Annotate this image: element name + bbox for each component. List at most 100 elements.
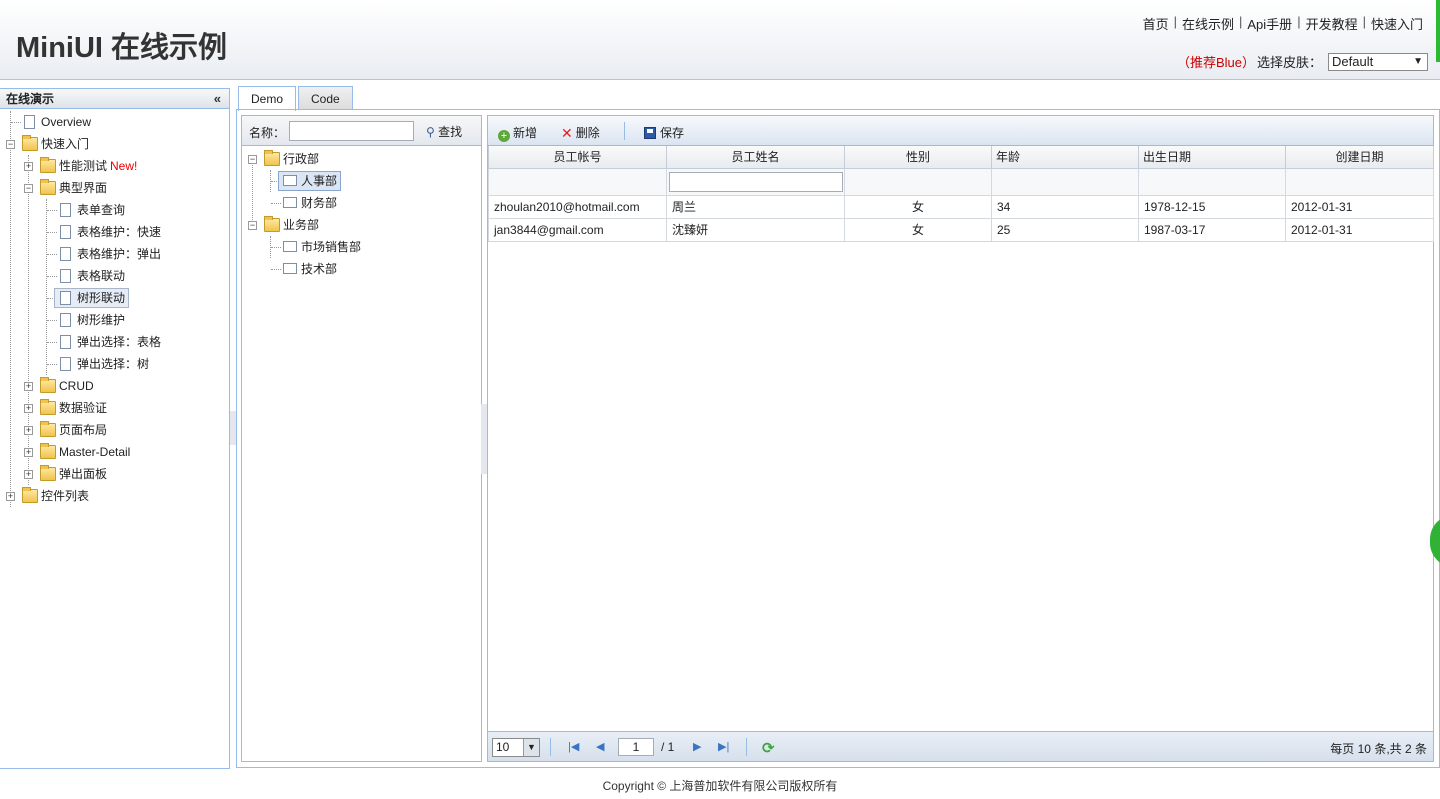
new-badge: New! — [110, 159, 138, 173]
sidebar-item-validate[interactable]: + 数据验证 — [0, 397, 229, 419]
sidebar-item-tree-edit[interactable]: 树形维护 — [0, 309, 229, 331]
name-filter-input[interactable] — [669, 171, 843, 192]
cell-age: 25 — [991, 217, 1139, 242]
dept-node-hr[interactable]: 人事部 — [242, 170, 481, 192]
toolbar-divider — [624, 122, 625, 140]
pager-divider — [550, 738, 551, 756]
sidebar-item-crud[interactable]: + CRUD — [0, 375, 229, 397]
file-icon — [60, 313, 71, 327]
expand-toggle-icon[interactable]: + — [24, 448, 33, 457]
sidebar-item-typical[interactable]: − 典型界面 — [0, 177, 229, 199]
table-header-row: 员工帐号 员工姓名 性别 年龄 出生日期 创建日期 — [488, 146, 1434, 169]
column-header[interactable]: 创建日期 — [1285, 146, 1434, 169]
sidebar-item-perf[interactable]: + 性能测试 New! — [0, 155, 229, 177]
column-header[interactable]: 年龄 — [991, 146, 1139, 169]
sidebar-item-grid-quick[interactable]: 表格维护：快速 — [0, 221, 229, 243]
grid-toolbar: + 新增 ✕ 删除 保存 — [488, 116, 1433, 146]
tab-code[interactable]: Code — [298, 86, 353, 110]
sidebar-item-form-query[interactable]: 表单查询 — [0, 199, 229, 221]
column-header[interactable]: 性别 — [844, 146, 992, 169]
expand-toggle-icon[interactable]: + — [24, 404, 33, 413]
dept-node-business[interactable]: − 业务部 — [242, 214, 481, 236]
search-label: 名称： — [249, 126, 286, 140]
sidebar-item-select-grid[interactable]: 弹出选择：表格 — [0, 331, 229, 353]
nav-api-link[interactable]: Api手册 — [1242, 14, 1297, 33]
sidebar-item-layout[interactable]: + 页面布局 — [0, 419, 229, 441]
cell-name: 周兰 — [666, 194, 845, 219]
file-icon — [60, 247, 71, 261]
dept-node-finance[interactable]: 财务部 — [242, 192, 481, 214]
expand-toggle-icon[interactable]: + — [6, 492, 15, 501]
cell-created: 2012-01-31 — [1285, 217, 1434, 242]
prev-page-icon[interactable]: ◀ — [596, 740, 604, 753]
delete-button[interactable]: ✕ 删除 — [561, 124, 600, 142]
page-number-input[interactable]: 1 — [618, 738, 654, 756]
sidebar-item-grid-popup[interactable]: 表格维护：弹出 — [0, 243, 229, 265]
logo-title: MiniUI 在线示例 — [16, 32, 228, 64]
file-icon — [24, 115, 35, 129]
sidebar-item-master-detail[interactable]: + Master-Detail — [0, 441, 229, 463]
expand-toggle-icon[interactable]: + — [24, 426, 33, 435]
employee-grid-panel: + 新增 ✕ 删除 保存 员工帐号 员工姓名 性别 年龄 出生日期 创建日期 zho… — [487, 115, 1434, 762]
column-header[interactable]: 出生日期 — [1138, 146, 1286, 169]
delete-icon: ✕ — [561, 125, 573, 141]
nav-examples-link[interactable]: 在线示例 — [1177, 14, 1239, 33]
nav-home-link[interactable]: 首页 — [1138, 14, 1174, 33]
grid-pager: 10 ▼ |◀ ◀ 1 / 1 ▶ ▶| ⟳ 每页 10 条,共 2 条 — [488, 731, 1433, 761]
nav-tutorial-link[interactable]: 开发教程 — [1301, 14, 1363, 33]
add-button[interactable]: + 新增 — [498, 124, 537, 142]
expand-toggle-icon[interactable]: + — [24, 470, 33, 479]
filter-row — [488, 167, 1434, 196]
refresh-icon[interactable]: ⟳ — [762, 739, 775, 757]
column-header[interactable]: 员工帐号 — [488, 146, 667, 169]
dept-node-admin[interactable]: − 行政部 — [242, 148, 481, 170]
skin-select[interactable]: Default ▼ — [1328, 52, 1428, 71]
sidebar-header: 在线演示 « — [0, 89, 229, 109]
search-input[interactable] — [289, 121, 414, 141]
search-button[interactable]: ⚲ 查找 — [426, 123, 462, 140]
sidebar-item-quickstart[interactable]: − 快速入门 — [0, 133, 229, 155]
collapse-toggle-icon[interactable]: − — [24, 184, 33, 193]
save-button[interactable]: 保存 — [644, 124, 684, 141]
expand-toggle-icon[interactable]: + — [24, 382, 33, 391]
expand-toggle-icon[interactable]: + — [24, 162, 33, 171]
sidebar-item-controls[interactable]: + 控件列表 — [0, 485, 229, 507]
table-row[interactable]: jan3844@gmail.com 沈臻妍 女 25 1987-03-17 20… — [488, 217, 1434, 242]
column-header[interactable]: 员工姓名 — [666, 146, 845, 169]
dropdown-arrow-icon: ▼ — [1413, 55, 1423, 67]
folder-icon — [40, 377, 56, 393]
sidebar-item-tree-link[interactable]: 树形联动 — [0, 287, 229, 309]
file-icon — [60, 203, 71, 217]
dept-node-marketing[interactable]: 市场销售部 — [242, 236, 481, 258]
dept-node-tech[interactable]: 技术部 — [242, 258, 481, 280]
sidebar-item-overview[interactable]: Overview — [0, 111, 229, 133]
sidebar-item-select-tree[interactable]: 弹出选择：树 — [0, 353, 229, 375]
pager-divider — [746, 738, 747, 756]
cell-account: zhoulan2010@hotmail.com — [488, 194, 667, 219]
collapse-toggle-icon[interactable]: − — [248, 221, 257, 230]
tab-demo[interactable]: Demo — [238, 86, 297, 111]
cell-birthdate: 1978-12-15 — [1138, 194, 1286, 219]
sidebar-item-popup-panel[interactable]: + 弹出面板 — [0, 463, 229, 485]
cell-name: 沈臻妍 — [666, 217, 845, 242]
pager-info: 每页 10 条,共 2 条 — [1330, 742, 1427, 756]
cell-gender: 女 — [844, 194, 992, 219]
accent-bar — [1436, 0, 1440, 62]
cell-created: 2012-01-31 — [1285, 194, 1434, 219]
nav-tree: Overview − 快速入门 + 性能测试 New! − 典型界面 表单查询 表… — [0, 109, 229, 507]
list-icon — [283, 241, 297, 252]
list-icon — [283, 175, 297, 186]
first-page-icon[interactable]: |◀ — [568, 740, 579, 753]
next-page-icon[interactable]: ▶ — [693, 740, 701, 753]
folder-icon — [40, 443, 56, 459]
collapse-icon[interactable]: « — [214, 89, 221, 109]
sidebar-item-grid-link[interactable]: 表格联动 — [0, 265, 229, 287]
add-icon: + — [498, 130, 510, 142]
nav-quickstart-link[interactable]: 快速入门 — [1366, 14, 1428, 33]
table-row[interactable]: zhoulan2010@hotmail.com 周兰 女 34 1978-12-… — [488, 194, 1434, 219]
collapse-toggle-icon[interactable]: − — [6, 140, 15, 149]
last-page-icon[interactable]: ▶| — [718, 740, 729, 753]
file-icon — [60, 335, 71, 349]
collapse-toggle-icon[interactable]: − — [248, 155, 257, 164]
page-size-select[interactable]: 10 ▼ — [492, 738, 540, 757]
